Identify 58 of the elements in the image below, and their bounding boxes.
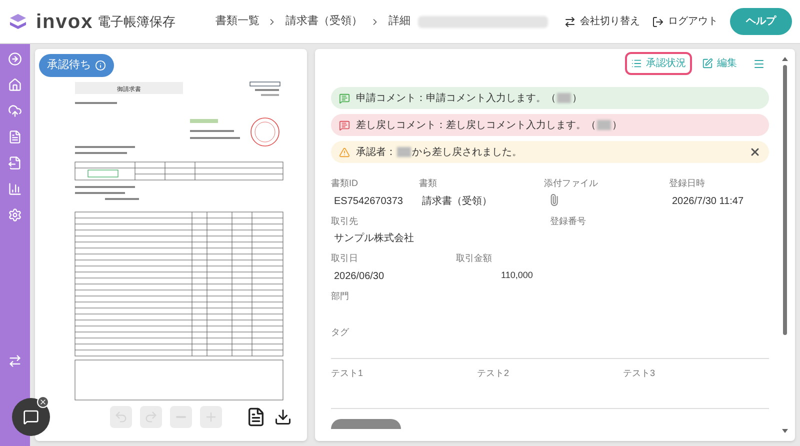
scrollbar[interactable] xyxy=(781,57,789,433)
field-label: 書類ID xyxy=(331,177,359,190)
field-label: 取引日 xyxy=(331,252,359,265)
warning-icon xyxy=(339,146,350,158)
arrow-circle-icon[interactable] xyxy=(8,52,22,66)
field-label: 書類 xyxy=(419,177,438,190)
field-label: テスト1 xyxy=(331,366,364,380)
settings-icon[interactable] xyxy=(8,208,22,222)
product-name: 電子帳簿保存 xyxy=(97,12,176,31)
info-icon xyxy=(95,60,106,71)
field-label: 取引金額 xyxy=(456,252,493,265)
edit-icon xyxy=(702,58,713,69)
field-label: 取引先 xyxy=(331,214,359,228)
logout-icon xyxy=(652,16,664,28)
breadcrumb-item[interactable]: 書類一覧 xyxy=(215,13,260,30)
field-label: テスト3 xyxy=(623,366,656,380)
field-value: 2026/06/30 xyxy=(334,270,386,284)
cloud-upload-icon[interactable] xyxy=(8,104,22,118)
switch-icon xyxy=(564,16,576,28)
field-label: タグ xyxy=(331,326,349,338)
logo-icon xyxy=(8,12,28,32)
alert-text: ） xyxy=(612,118,622,132)
field-label: 添付ファイル xyxy=(544,177,599,190)
switch-icon[interactable] xyxy=(8,354,22,368)
field-label: 登録日時 xyxy=(669,177,706,190)
field-value: サンプル株式会社 xyxy=(334,232,415,246)
alert-text: 差し戻しコメント：差し戻しコメント入力します。（ xyxy=(356,118,596,132)
field-value: ES7542670373 xyxy=(334,194,404,208)
close-icon xyxy=(39,398,47,406)
download-icon[interactable] xyxy=(274,408,292,426)
field-label: 登録番号 xyxy=(550,214,587,228)
status-badge[interactable]: 承認待ち xyxy=(39,54,114,76)
breadcrumb-item[interactable]: 請求書（受領） xyxy=(285,13,362,30)
field-value: 請求書（受領） xyxy=(422,194,493,208)
document-icon[interactable] xyxy=(8,130,22,144)
menu-icon[interactable] xyxy=(753,58,765,70)
field-label: 部門 xyxy=(331,290,349,302)
comment-icon xyxy=(339,92,350,104)
alert-text: 承認者： xyxy=(356,146,396,160)
alert-text: から差し戻されました。 xyxy=(412,146,522,160)
export-icon[interactable] xyxy=(8,156,22,170)
field-label: テスト2 xyxy=(477,366,510,380)
breadcrumb-item: 詳細 xyxy=(388,14,410,30)
alert-text: ） xyxy=(572,92,582,106)
close-icon[interactable] xyxy=(749,146,761,158)
field-value: 110,000 xyxy=(501,268,534,282)
brand-name: invox xyxy=(36,10,94,34)
home-icon[interactable] xyxy=(8,78,22,92)
comment-icon xyxy=(339,120,350,130)
switch-company-button[interactable]: 会社切り替え xyxy=(564,14,640,29)
logout-button[interactable]: ログアウト xyxy=(652,14,718,29)
pdf-icon[interactable] xyxy=(246,407,266,427)
field-value: 2026/7/30 11:47 xyxy=(672,194,745,208)
list-icon xyxy=(631,58,642,69)
chat-icon xyxy=(23,409,39,425)
section-tab[interactable] xyxy=(331,419,401,429)
bar-chart-icon[interactable] xyxy=(8,182,22,196)
alert-text: 申請コメント：申請コメント入力します。（ xyxy=(356,92,556,106)
